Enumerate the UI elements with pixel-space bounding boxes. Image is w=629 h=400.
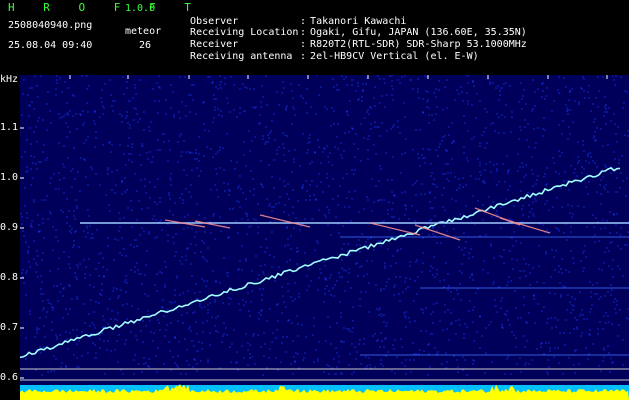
meteor-count: 26 [139,40,152,51]
y-tick-label: 0.9 [0,222,19,233]
info-key: Receiving antenna [190,51,293,62]
y-unit-label: kHz [0,74,19,85]
info-antenna: Receiving antenna:2el-HB9CV Vertical (el… [178,40,479,62]
app-version: 1.0.0 [125,3,156,14]
y-tick-label: 0.7 [0,322,19,333]
filename: 2508040940.png [8,20,93,31]
y-tick-label: 0.8 [0,272,19,283]
info-value: 2el-HB9CV Vertical (el. E-W) [310,51,479,62]
y-tick-label: 1.1 [0,122,19,133]
y-tick-label: 1.0 [0,172,19,183]
timestamp: 25.08.04 09:40 [8,40,93,51]
meteor-label: meteor [125,26,162,37]
spectrogram-plot [20,75,629,400]
app-title: H R O F F T [8,1,202,14]
y-tick-label: 0.6 [0,372,19,383]
info-separator: : [300,51,307,62]
